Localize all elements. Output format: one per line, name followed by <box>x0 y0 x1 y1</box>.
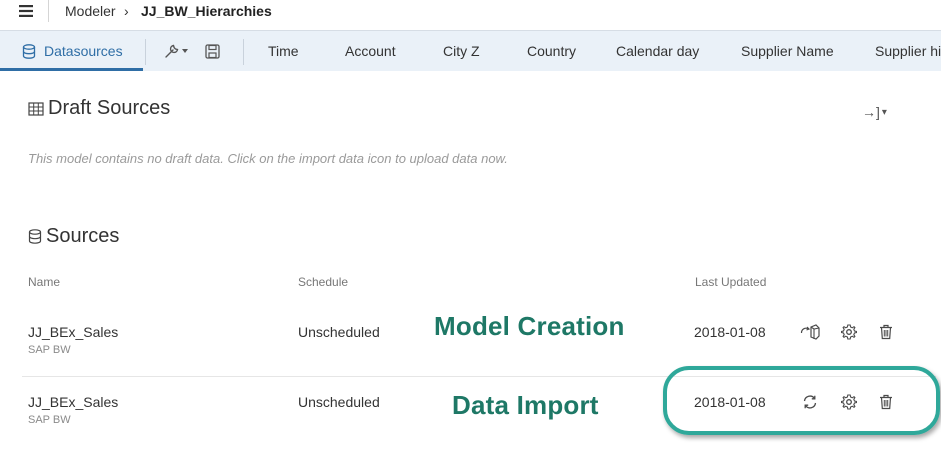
toolbar-divider <box>243 39 244 65</box>
import-data-icon: →] <box>862 104 880 120</box>
tab-dimension-account[interactable]: Account <box>345 43 396 59</box>
column-header-schedule[interactable]: Schedule <box>298 275 348 289</box>
toolbar-divider <box>145 39 146 65</box>
tab-dimension-calendar-day[interactable]: Calendar day <box>616 43 699 59</box>
source-last-updated: 2018-01-08 <box>694 324 766 340</box>
sources-title: Sources <box>46 225 120 247</box>
source-name: JJ_BEx_Sales <box>28 324 119 340</box>
draft-sources-title: Draft Sources <box>48 97 171 119</box>
settings-icon[interactable] <box>839 322 859 342</box>
source-name: JJ_BEx_Sales <box>28 394 119 410</box>
active-tab-indicator <box>0 68 143 71</box>
model-refresh-icon[interactable] <box>800 322 820 342</box>
save-icon[interactable] <box>205 41 220 61</box>
draft-sources-heading: Draft Sources <box>28 97 170 120</box>
tab-dimension-time[interactable]: Time <box>268 43 299 59</box>
shell-header: Modeler › JJ_BW_Hierarchies <box>0 0 941 30</box>
database-icon <box>28 229 42 244</box>
source-system: SAP BW <box>28 414 71 426</box>
source-system: SAP BW <box>28 344 71 356</box>
wrench-dropdown-icon[interactable] <box>163 41 189 61</box>
tab-dimension-supplier-name[interactable]: Supplier Name <box>741 43 834 59</box>
tab-dimension-city-z[interactable]: City Z <box>443 43 480 59</box>
breadcrumb-modeler[interactable]: Modeler <box>65 3 116 19</box>
breadcrumb-separator: › <box>124 3 129 19</box>
source-schedule: Unscheduled <box>298 324 380 340</box>
annotation-data-import: Data Import <box>452 390 599 420</box>
tab-dimension-supplier-hip[interactable]: Supplier hip <box>875 43 941 59</box>
sources-heading: Sources <box>28 225 119 248</box>
column-header-last-updated[interactable]: Last Updated <box>695 275 766 289</box>
annotation-highlight-ring <box>663 366 940 435</box>
breadcrumb-model-name: JJ_BW_Hierarchies <box>141 3 272 19</box>
annotation-model-creation: Model Creation <box>434 311 625 341</box>
modeler-toolbar: Datasources Time Account City Z Country … <box>0 30 941 71</box>
database-icon <box>22 43 36 59</box>
table-icon <box>28 101 44 116</box>
source-schedule: Unscheduled <box>298 394 380 410</box>
header-divider <box>48 0 49 22</box>
chevron-down-icon: ▾ <box>881 106 887 118</box>
tab-dimension-country[interactable]: Country <box>527 43 576 59</box>
draft-empty-message: This model contains no draft data. Click… <box>28 151 508 166</box>
tab-datasources[interactable]: Datasources <box>0 31 143 71</box>
delete-icon[interactable] <box>876 322 896 342</box>
tab-datasources-label: Datasources <box>44 43 123 59</box>
import-data-button[interactable]: →] ▾ <box>862 104 887 120</box>
column-header-name[interactable]: Name <box>28 275 60 289</box>
menu-icon[interactable] <box>16 2 36 20</box>
